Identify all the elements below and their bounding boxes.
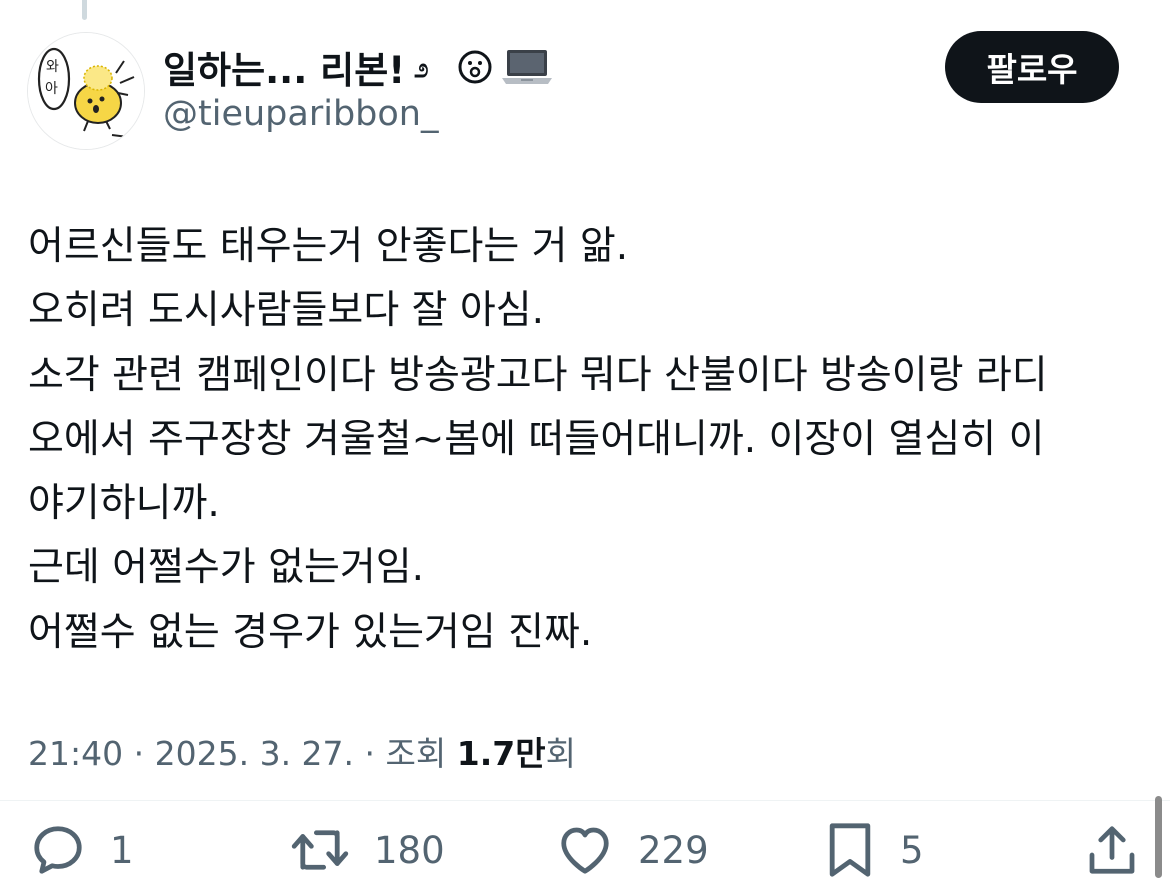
author-handle[interactable]: @tieuparibbon_ xyxy=(163,94,438,134)
tweet-line: 어르신들도 태우는거 안좋다는 거 앎. xyxy=(28,224,629,269)
views-label: 조회 xyxy=(385,734,447,773)
bookmark-icon xyxy=(829,823,871,877)
tweet-time[interactable]: 21:40 xyxy=(28,734,123,773)
tweet-text: 어르신들도 태우는거 안좋다는 거 앎. 오히려 도시사람들보다 잘 아심. 소… xyxy=(28,215,1138,665)
tweet-line: 오히려 도시사람들보다 잘 아심. xyxy=(28,288,545,334)
reply-icon xyxy=(34,826,82,874)
tweet-line: 오에서 주구장창 겨울철~봄에 떠들어대니까. 이장이 열심히 이 xyxy=(28,416,1045,462)
scrollbar[interactable] xyxy=(1155,796,1162,878)
meta-separator: · xyxy=(133,734,145,773)
tweet-action-bar: 1 180 229 5 xyxy=(0,815,1170,885)
author-display-name[interactable]: 일하는... 리본! ೨ xyxy=(163,40,553,94)
retweet-icon xyxy=(291,830,349,870)
tweet-line: 야기하니까. xyxy=(28,481,220,527)
reply-count: 1 xyxy=(110,828,134,872)
reply-button[interactable]: 1 xyxy=(28,815,134,885)
avatar-illustration: 와 아 xyxy=(28,33,144,149)
tweet-line: 근데 어쩔수가 없는거임. xyxy=(28,545,424,591)
share-icon xyxy=(1089,826,1135,874)
avatar[interactable]: 와 아 xyxy=(27,32,145,150)
tweet-meta: 21:40 · 2025. 3. 27. · 조회 1.7만회 xyxy=(28,727,576,775)
bookmark-count: 5 xyxy=(900,828,924,872)
follow-button[interactable]: 팔로우 xyxy=(945,31,1119,103)
divider xyxy=(0,800,1170,801)
views-suffix: 회 xyxy=(545,734,576,773)
surprised-face-emoji-icon: ೨ xyxy=(414,54,429,84)
views-count[interactable]: 1.7만 xyxy=(457,734,546,773)
avatar-text-1: 와 xyxy=(46,59,59,75)
meta-separator: · xyxy=(364,734,376,773)
laptop-emoji-icon xyxy=(502,50,553,84)
hushed-face-emoji-icon xyxy=(458,50,492,84)
like-button[interactable]: 229 xyxy=(554,815,709,885)
svg-text:೨: ೨ xyxy=(414,54,429,84)
avatar-text-2: 아 xyxy=(45,81,58,97)
bookmark-button[interactable]: 5 xyxy=(822,815,924,885)
thread-connector-line xyxy=(82,0,87,20)
heart-icon xyxy=(561,827,609,874)
tweet-line: 소각 관련 캠페인이다 방송광고다 뭐다 산불이다 방송이랑 라디 xyxy=(28,352,1048,398)
tweet-detail-page: 와 아 일하는... 리본! ೨ @tieuparibbon_ 팔로우 어르신들… xyxy=(0,0,1170,892)
tweet-line: 어쩔수 없는 경우가 있는거임 진짜. xyxy=(28,609,593,655)
like-count: 229 xyxy=(638,828,709,872)
retweet-count: 180 xyxy=(374,828,445,872)
retweet-button[interactable]: 180 xyxy=(288,815,445,885)
display-name-text: 일하는... 리본! xyxy=(163,49,406,92)
tweet-date[interactable]: 2025. 3. 27. xyxy=(155,734,354,773)
share-button[interactable] xyxy=(1082,815,1142,885)
